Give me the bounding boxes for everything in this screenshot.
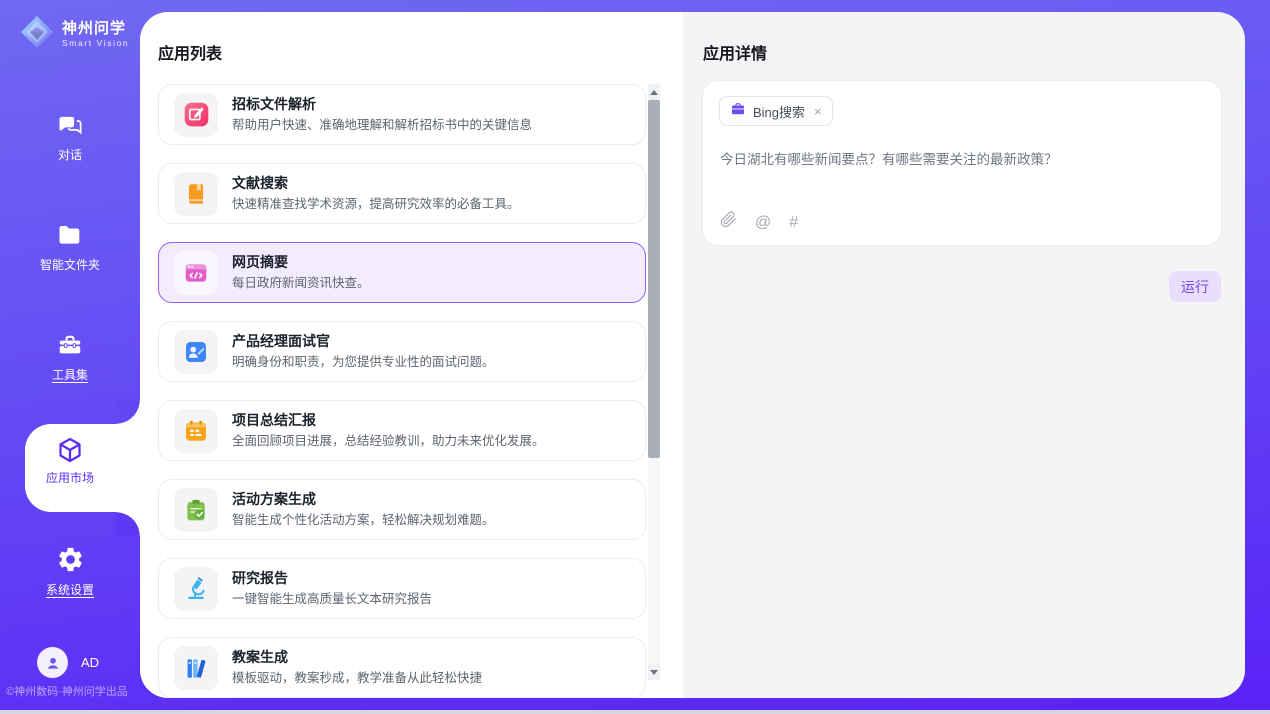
app-desc: 一键智能生成高质量长文本研究报告 — [232, 592, 432, 607]
sidebar-item-label: 智能文件夹 — [40, 256, 100, 273]
paperclip-icon[interactable] — [720, 211, 737, 233]
briefcase-icon — [730, 101, 746, 122]
sidebar: 神州问学 Smart Vision 对话 智能文件夹 — [0, 0, 140, 714]
app-card-activity-plan[interactable]: 活动方案生成 智能生成个性化活动方案，轻松解决规划难题。 — [158, 479, 646, 540]
triangle-down-icon — [650, 670, 658, 675]
prompt-input-card[interactable]: Bing搜索 × 今日湖北有哪些新闻要点？有哪些需要关注的最新政策？ @ # — [702, 80, 1222, 246]
app-desc: 模板驱动，教案秒成，教学准备从此轻松快捷 — [232, 671, 482, 686]
avatar-icon — [44, 654, 62, 672]
app-desc: 帮助用户快速、准确地理解和解析招标书中的关键信息 — [232, 118, 532, 133]
gear-icon — [0, 545, 140, 574]
app-name: 招标文件解析 — [232, 96, 532, 113]
sidebar-item-settings[interactable]: 系统设置 — [0, 545, 140, 599]
books-icon — [174, 646, 218, 690]
clipboard-check-icon — [174, 488, 218, 532]
app-list-title: 应用列表 — [158, 40, 222, 64]
calendar-icon — [174, 409, 218, 453]
microscope-icon — [174, 567, 218, 611]
sidebar-item-chat[interactable]: 对话 — [0, 111, 140, 164]
app-name: 研究报告 — [232, 570, 432, 587]
app-name: 项目总结汇报 — [232, 412, 545, 429]
app-card-lesson-plan[interactable]: 教案生成 模板驱动，教案秒成，教学准备从此轻松快捷 — [158, 637, 646, 698]
app-card-literature-search[interactable]: 文献搜索 快速精准查找学术资源，提高研究效率的必备工具。 — [158, 163, 646, 224]
app-name: 产品经理面试官 — [232, 333, 495, 350]
app-card-research-report[interactable]: 研究报告 一键智能生成高质量长文本研究报告 — [158, 558, 646, 619]
toolbox-icon — [0, 331, 140, 359]
brand-name: 神州问学 — [62, 20, 129, 38]
close-icon[interactable]: × — [814, 104, 822, 119]
diamond-logo-icon — [18, 13, 56, 56]
copyright-footer: ©神州数码·神州问学出品 — [6, 683, 128, 699]
app-name: 教案生成 — [232, 649, 482, 666]
app-detail-panel: 应用详情 Bing搜索 × 今日湖北有哪些新闻要点？有哪些需要关注的最新政策？ — [683, 12, 1245, 698]
app-desc: 明确身份和职责，为您提供专业性的面试问题。 — [232, 355, 495, 370]
run-button[interactable]: 运行 — [1169, 271, 1221, 302]
window-bottom-edge — [0, 710, 1270, 714]
app-card-project-summary[interactable]: 项目总结汇报 全面回顾项目进展，总结经验教训，助力未来优化发展。 — [158, 400, 646, 461]
sidebar-item-toolset[interactable]: 工具集 — [0, 331, 140, 384]
hash-icon[interactable]: # — [789, 214, 798, 231]
main-content: 应用列表 招标文件解析 帮助用户快速、准确地理解和解析招标书中的关键信息 — [140, 12, 1245, 698]
at-mention-icon[interactable]: @ — [755, 214, 771, 231]
app-cards: 招标文件解析 帮助用户快速、准确地理解和解析招标书中的关键信息 文献搜索 快速精… — [158, 84, 646, 698]
scrollbar-up-button[interactable] — [648, 84, 660, 100]
sidebar-item-label: 对话 — [58, 146, 82, 163]
pill-fillet-top — [116, 400, 140, 424]
app-card-web-summary[interactable]: 网页摘要 每日政府新闻资讯快查。 — [158, 242, 646, 303]
user-initials: AD — [81, 655, 99, 670]
sidebar-item-label: 应用市场 — [46, 469, 94, 486]
user-account[interactable]: AD — [37, 647, 99, 678]
app-name: 网页摘要 — [232, 254, 370, 271]
app-card-bid-parsing[interactable]: 招标文件解析 帮助用户快速、准确地理解和解析招标书中的关键信息 — [158, 84, 646, 145]
app-list-scrollbar[interactable] — [648, 84, 660, 680]
app-desc: 智能生成个性化活动方案，轻松解决规划难题。 — [232, 513, 495, 528]
brand-subtitle: Smart Vision — [62, 38, 129, 49]
app-list-panel: 应用列表 招标文件解析 帮助用户快速、准确地理解和解析招标书中的关键信息 — [140, 12, 683, 698]
app-name: 文献搜索 — [232, 175, 520, 192]
tool-tag-bing-search[interactable]: Bing搜索 × — [719, 96, 833, 126]
query-text[interactable]: 今日湖北有哪些新闻要点？有哪些需要关注的最新政策？ — [720, 151, 1205, 168]
sidebar-item-label: 系统设置 — [46, 581, 94, 598]
resume-person-icon — [174, 330, 218, 374]
cube-icon — [0, 435, 140, 465]
folder-icon — [0, 221, 140, 249]
app-card-pm-interviewer[interactable]: 产品经理面试官 明确身份和职责，为您提供专业性的面试问题。 — [158, 321, 646, 382]
browser-code-icon — [174, 251, 218, 295]
brand-logo: 神州问学 Smart Vision — [18, 13, 129, 56]
app-desc: 快速精准查找学术资源，提高研究效率的必备工具。 — [232, 197, 520, 212]
triangle-up-icon — [650, 90, 658, 95]
pill-fillet-bottom — [116, 512, 140, 536]
attachment-toolbar: @ # — [720, 211, 798, 233]
app-desc: 每日政府新闻资讯快查。 — [232, 276, 370, 291]
app-desc: 全面回顾项目进展，总结经验教训，助力未来优化发展。 — [232, 434, 545, 449]
sidebar-item-label: 工具集 — [52, 366, 88, 383]
sidebar-item-app-market[interactable]: 应用市场 — [0, 435, 140, 487]
chat-icon — [0, 111, 140, 139]
avatar — [37, 647, 68, 678]
sidebar-item-smart-folder[interactable]: 智能文件夹 — [0, 221, 140, 274]
pen-square-icon — [174, 93, 218, 137]
scrollbar-thumb[interactable] — [648, 100, 660, 458]
book-icon — [174, 172, 218, 216]
app-detail-title: 应用详情 — [703, 40, 767, 64]
tool-tag-label: Bing搜索 — [753, 102, 805, 121]
scrollbar-down-button[interactable] — [648, 664, 660, 680]
app-name: 活动方案生成 — [232, 491, 495, 508]
